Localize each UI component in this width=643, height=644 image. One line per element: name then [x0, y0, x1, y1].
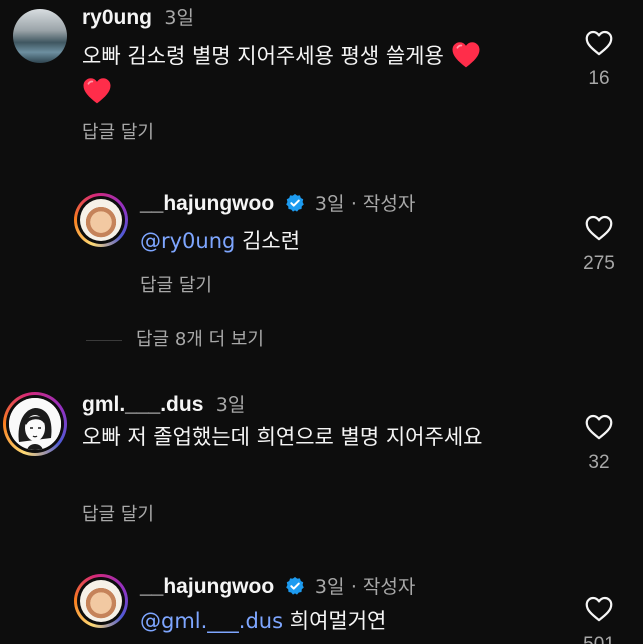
heart-outline-icon[interactable] [585, 596, 613, 622]
red-heart-emoji-icon [82, 77, 112, 113]
verified-badge-icon [285, 193, 305, 219]
comment-text-content: 오빠 저 졸업했는데 희연으로 별명 지어주세요 [82, 425, 483, 449]
timestamp: 3일 [314, 193, 345, 215]
sketch-portrait-icon [9, 398, 61, 450]
like-count: 32 [588, 452, 610, 473]
comment-text-content: 오빠 김소령 별명 지어주세용 평생 쓸게용 [82, 44, 444, 68]
heart-outline-icon[interactable] [585, 30, 613, 56]
comment-meta: ry0ung 3일 [82, 4, 194, 31]
author-label: · 작성자 [350, 193, 416, 215]
comment-meta: __hajungwoo 3일 · 작성자 [140, 190, 415, 219]
username[interactable]: __hajungwoo [140, 575, 274, 598]
comment-meta: __hajungwoo 3일 · 작성자 [140, 573, 415, 602]
heart-outline-icon[interactable] [585, 215, 613, 241]
comment-text: @ry0ung 김소련 [140, 226, 300, 257]
reply-button[interactable]: 답글 달기 [82, 118, 154, 144]
mention-link[interactable]: @ry0ung [140, 229, 235, 253]
avatar[interactable] [74, 193, 128, 247]
like-group: 16 [579, 30, 619, 90]
timestamp: 3일 [215, 394, 246, 416]
avatar[interactable] [74, 574, 128, 628]
comment-text: @gml.___.dus 희여멀거연 [140, 606, 386, 637]
username[interactable]: ry0ung [82, 6, 152, 29]
verified-badge-icon [285, 576, 305, 602]
reply-button[interactable]: 답글 달기 [82, 500, 154, 526]
like-group: 501 [579, 596, 619, 644]
heart-outline-icon[interactable] [585, 414, 613, 440]
divider [86, 339, 122, 341]
timestamp: 3일 [314, 576, 345, 598]
avatar[interactable] [3, 392, 67, 456]
timestamp: 3일 [164, 7, 194, 29]
red-heart-emoji-icon [451, 41, 481, 77]
like-count: 275 [583, 253, 615, 274]
view-more-replies-button[interactable]: 답글 8개 더 보기 [86, 325, 264, 351]
like-count: 501 [579, 634, 619, 644]
reply-button[interactable]: 답글 달기 [140, 271, 212, 297]
author-label: · 작성자 [350, 576, 416, 598]
comment-text-content: 희여멀거연 [289, 609, 387, 633]
mention-link[interactable]: @gml.___.dus [140, 609, 283, 633]
like-count: 16 [588, 68, 610, 89]
comment-meta: gml.___.dus 3일 [82, 391, 245, 418]
username[interactable]: gml.___.dus [82, 393, 203, 416]
avatar[interactable] [13, 9, 67, 63]
like-group: 275 [579, 215, 619, 275]
username[interactable]: __hajungwoo [140, 192, 274, 215]
comment-thread: ry0ung 3일 오빠 김소령 별명 지어주세용 평생 쓸게용 답글 달기 1… [0, 0, 643, 644]
like-group: 32 [579, 414, 619, 474]
comment-text: 오빠 김소령 별명 지어주세용 평생 쓸게용 [82, 41, 552, 113]
comment-text: 오빠 저 졸업했는데 희연으로 별명 지어주세요 [82, 422, 522, 453]
view-more-replies-label: 답글 8개 더 보기 [136, 329, 264, 350]
comment-text-content: 김소련 [242, 229, 301, 253]
